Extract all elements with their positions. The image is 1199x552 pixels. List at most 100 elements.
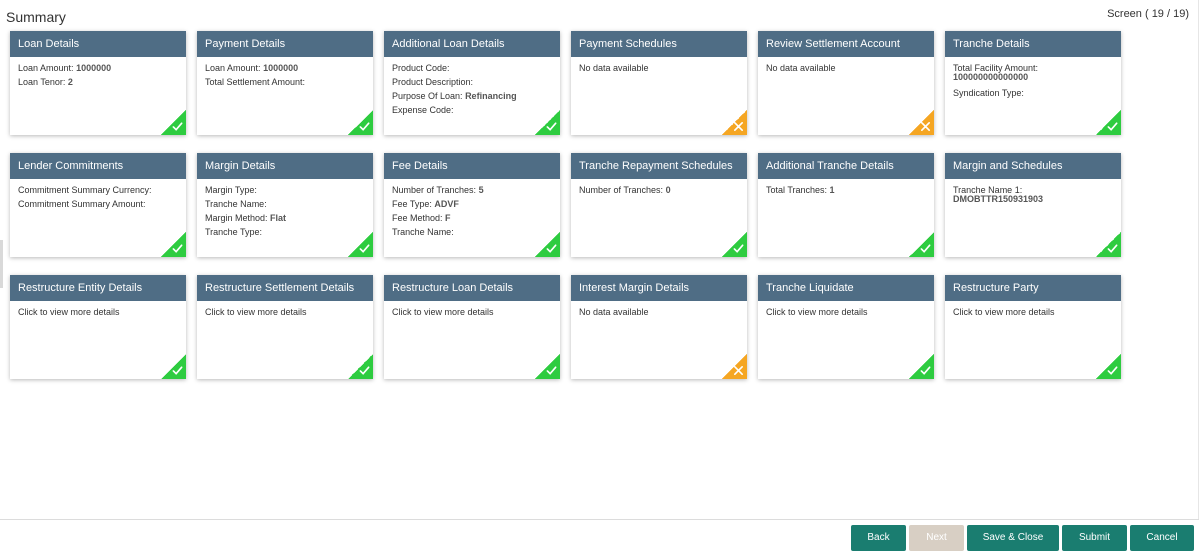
card-title: Tranche Details — [945, 31, 1121, 57]
check-icon — [733, 244, 744, 253]
card-field: Product Description: — [392, 75, 552, 89]
submit-button[interactable]: Submit — [1062, 525, 1127, 551]
summary-card-payment-details[interactable]: Payment Details Loan Amount: 1000000 Total… — [197, 31, 373, 135]
card-field: Loan Amount: 1000000 — [18, 61, 178, 75]
card-title: Margin Details — [197, 153, 373, 179]
field-label: No data available — [579, 63, 649, 73]
card-field: Click to view more details — [205, 305, 365, 319]
complete-status-badge — [1096, 232, 1121, 257]
field-label: Total Settlement Amount: — [205, 77, 306, 87]
field-label: Click to view more details — [766, 307, 868, 317]
summary-card-margin-details[interactable]: Margin Details Margin Type: Tranche Name: M… — [197, 153, 373, 257]
check-icon — [1107, 122, 1118, 131]
field-value: ADVF — [434, 199, 459, 209]
card-field: Total Tranches: 1 — [766, 183, 926, 197]
check-icon — [172, 122, 183, 131]
check-icon — [359, 244, 370, 253]
summary-card-tranche-repayment-schedules[interactable]: Tranche Repayment Schedules Number of Tra… — [571, 153, 747, 257]
complete-status-badge — [909, 354, 934, 379]
card-field: Purpose Of Loan: Refinancing — [392, 89, 552, 103]
field-label: Loan Tenor: — [18, 77, 66, 87]
complete-status-badge — [348, 354, 373, 379]
cross-icon — [921, 122, 930, 131]
card-field: Tranche Name: — [392, 225, 552, 239]
card-body: No data available — [758, 57, 934, 75]
check-icon — [172, 244, 183, 253]
summary-card-loan-details[interactable]: Loan Details Loan Amount: 1000000 Loan Ten… — [10, 31, 186, 135]
check-icon — [546, 366, 557, 375]
summary-card-fee-details[interactable]: Fee Details Number of Tranches: 5 Fee Type… — [384, 153, 560, 257]
summary-card-tranche-details[interactable]: Tranche Details Total Facility Amount: 100… — [945, 31, 1121, 135]
card-body: Loan Amount: 1000000 Total Settlement Amo… — [197, 57, 373, 89]
complete-status-badge — [909, 232, 934, 257]
field-label: Click to view more details — [18, 307, 120, 317]
summary-card-restructure-loan-details[interactable]: Restructure Loan Details Click to view mo… — [384, 275, 560, 379]
summary-card-additional-tranche-details[interactable]: Additional Tranche Details Total Tranches… — [758, 153, 934, 257]
summary-card-tranche-liquidate[interactable]: Tranche Liquidate Click to view more deta… — [758, 275, 934, 379]
summary-card-additional-loan-details[interactable]: Additional Loan Details Product Code: Prod… — [384, 31, 560, 135]
card-title: Interest Margin Details — [571, 275, 747, 301]
complete-status-badge — [348, 232, 373, 257]
field-label: Loan Amount: — [18, 63, 74, 73]
card-field: Commitment Summary Currency: — [18, 183, 178, 197]
card-body: No data available — [571, 57, 747, 75]
field-value: 2 — [67, 77, 73, 87]
card-field: Click to view more details — [953, 305, 1113, 319]
card-field: Syndication Type: — [953, 86, 1113, 100]
field-label: Product Description: — [392, 77, 474, 87]
field-label: Number of Tranches: — [392, 185, 477, 195]
cross-icon — [734, 122, 743, 131]
complete-status-badge — [535, 110, 560, 135]
field-value: Flat — [270, 213, 287, 223]
summary-card-payment-schedules[interactable]: Payment Schedules No data available — [571, 31, 747, 135]
field-label: Number of Tranches: — [579, 185, 664, 195]
card-field: Fee Type: ADVF — [392, 197, 552, 211]
summary-card-margin-and-schedules[interactable]: Margin and Schedules Tranche Name 1: DMOBT… — [945, 153, 1121, 257]
next-button[interactable]: Next — [909, 525, 964, 551]
card-title: Lender Commitments — [10, 153, 186, 179]
card-title: Restructure Loan Details — [384, 275, 560, 301]
card-body: Click to view more details — [384, 301, 560, 319]
check-icon — [546, 244, 557, 253]
cross-icon — [734, 366, 743, 375]
field-value: F — [445, 213, 451, 223]
summary-card-restructure-settlement-details[interactable]: Restructure Settlement Details Click to v… — [197, 275, 373, 379]
field-value: 1000000 — [76, 63, 112, 73]
summary-card-lender-commitments[interactable]: Lender Commitments Commitment Summary Cur… — [10, 153, 186, 257]
field-label: Fee Type: — [392, 199, 432, 209]
summary-card-interest-margin-details[interactable]: Interest Margin Details No data available — [571, 275, 747, 379]
back-button[interactable]: Back — [851, 525, 906, 551]
card-field: Total Settlement Amount: — [205, 75, 365, 89]
card-field: Click to view more details — [392, 305, 552, 319]
card-body: Click to view more details — [758, 301, 934, 319]
footer-toolbar: Back Next Save & Close Submit Cancel — [0, 519, 1199, 552]
summary-card-restructure-entity-details[interactable]: Restructure Entity Details Click to view … — [10, 275, 186, 379]
card-field: Margin Type: — [205, 183, 365, 197]
card-title: Payment Schedules — [571, 31, 747, 57]
card-title: Payment Details — [197, 31, 373, 57]
field-label: Loan Amount: — [205, 63, 261, 73]
card-field: Number of Tranches: 0 — [579, 183, 739, 197]
card-title: Review Settlement Account — [758, 31, 934, 57]
field-label: Commitment Summary Currency: — [18, 185, 152, 195]
field-value: Refinancing — [465, 91, 517, 101]
summary-card-restructure-party[interactable]: Restructure Party Click to view more deta… — [945, 275, 1121, 379]
field-label: Margin Type: — [205, 185, 257, 195]
cancel-button[interactable]: Cancel — [1130, 525, 1194, 551]
summary-card-grid: Loan Details Loan Amount: 1000000 Loan Ten… — [10, 31, 1121, 379]
complete-status-badge — [348, 110, 373, 135]
screen-counter: Screen ( 19 / 19) — [1107, 8, 1189, 20]
summary-card-review-settlement-account[interactable]: Review Settlement Account No data availab… — [758, 31, 934, 135]
card-field: Product Code: — [392, 61, 552, 75]
check-icon — [359, 366, 370, 375]
field-value: 5 — [478, 185, 484, 195]
incomplete-status-badge — [722, 354, 747, 379]
complete-status-badge — [161, 232, 186, 257]
save-and-close-button[interactable]: Save & Close — [967, 525, 1059, 551]
check-icon — [546, 122, 557, 131]
card-body: Margin Type: Tranche Name: Margin Method: … — [197, 179, 373, 239]
card-body: Number of Tranches: 5 Fee Type: ADVF Fee M… — [384, 179, 560, 239]
field-value: 0 — [665, 185, 671, 195]
side-panel-handle[interactable] — [0, 240, 3, 288]
field-label: Fee Method: — [392, 213, 443, 223]
